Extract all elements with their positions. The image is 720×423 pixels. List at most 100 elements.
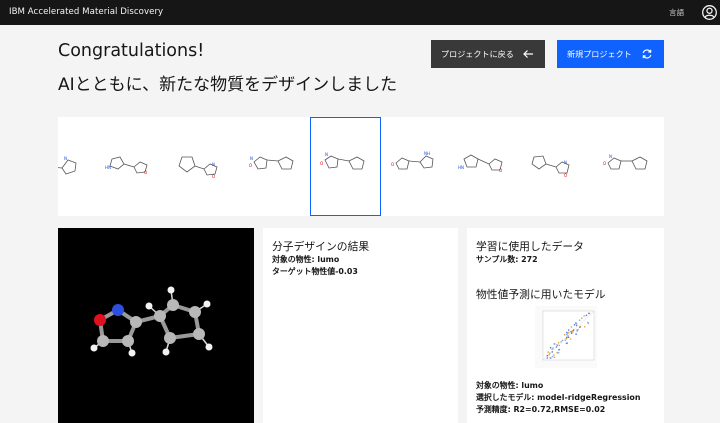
new-project-label: 新規プロジェクト xyxy=(567,48,632,59)
target-property-label: 対象の物性: xyxy=(272,255,318,264)
molecule-3d-viewer[interactable] xyxy=(58,228,254,423)
svg-text:NH: NH xyxy=(424,151,430,156)
scatter-point xyxy=(553,356,556,359)
molecule-structure-icon: N O xyxy=(531,155,570,178)
scatter-point xyxy=(547,351,549,353)
prediction-scatter-thumbnail xyxy=(535,306,597,368)
scatter-point xyxy=(577,328,579,331)
svg-text:O: O xyxy=(499,168,502,173)
scatter-point xyxy=(575,333,577,335)
scatter-point xyxy=(558,349,560,351)
model-title: 物性値予測に用いたモデル xyxy=(476,288,606,301)
molecule-candidate-6[interactable]: O NH xyxy=(388,117,460,216)
scatter-point xyxy=(583,315,585,317)
scatter-point xyxy=(572,330,574,333)
page-subtitle: AIとともに、新たな物質をデザインしました xyxy=(58,75,398,95)
molecule-candidate-2[interactable]: HN O xyxy=(98,117,170,216)
svg-text:O: O xyxy=(249,163,252,168)
scatter-point xyxy=(558,344,561,347)
scatter-point xyxy=(569,338,572,340)
molecule-structure-icon: HN O xyxy=(458,154,503,173)
scatter-point xyxy=(566,336,568,339)
svg-text:O: O xyxy=(564,173,567,178)
scatter-point xyxy=(553,343,555,345)
scatter-point xyxy=(570,330,572,333)
target-property-line: 対象の物性: lumo xyxy=(272,254,339,265)
molecule-structure-icon: O NH xyxy=(391,151,434,170)
svg-text:O: O xyxy=(603,161,606,166)
molecule-structure-icon: N O xyxy=(249,156,294,170)
scatter-point xyxy=(551,351,554,353)
molecule-structure-icon: N O xyxy=(178,156,218,179)
svg-text:O: O xyxy=(144,170,147,175)
svg-text:O: O xyxy=(212,174,215,179)
scatter-point xyxy=(565,337,568,340)
model-property-value: lumo xyxy=(521,381,544,390)
molecule-candidate-7[interactable]: HN O xyxy=(454,117,526,216)
scatter-point xyxy=(550,357,552,359)
scatter-point xyxy=(585,314,588,317)
molecule-structure-icon: N O xyxy=(320,152,365,170)
scatter-point xyxy=(567,336,570,339)
scatter-point xyxy=(552,347,554,349)
molecule-candidate-4[interactable]: N O xyxy=(244,117,316,216)
sample-count-value: 272 xyxy=(521,255,538,264)
svg-text:HN: HN xyxy=(458,165,464,170)
training-model-card: 学習に使用したデータ サンプル数: 272 物性値予測に用いたモデル 対象の物性… xyxy=(467,228,664,423)
model-property-label: 対象の物性: xyxy=(476,381,522,390)
language-switch[interactable]: 言語 xyxy=(669,7,684,18)
scatter-point xyxy=(556,344,558,346)
molecule-carousel[interactable]: N HN O N O N O N O O NH HN O N O O N xyxy=(58,117,664,216)
molecule-candidate-8[interactable]: N O xyxy=(526,117,598,216)
scatter-point xyxy=(568,331,570,334)
brand-name[interactable]: IBM Accelerated Material Discovery xyxy=(9,7,163,17)
svg-text:N: N xyxy=(325,152,328,157)
scatter-point xyxy=(566,331,568,334)
target-property-value: lumo xyxy=(317,255,340,264)
accuracy-line: 予測精度: R2=0.72,RMSE=0.02 xyxy=(476,404,605,415)
molecule-3d-model xyxy=(90,286,213,357)
accuracy-label: 予測精度: xyxy=(476,405,514,414)
scatter-point xyxy=(570,332,573,334)
scatter-point xyxy=(581,317,583,319)
molecule-candidate-9[interactable]: O N xyxy=(598,117,664,216)
molecule-candidate-5-selected[interactable]: N O xyxy=(310,117,381,216)
scatter-point xyxy=(560,341,562,343)
molecule-structure-icon: O N xyxy=(603,154,648,170)
renew-icon xyxy=(642,49,652,59)
svg-text:O: O xyxy=(391,162,394,167)
scatter-point xyxy=(576,330,578,332)
svg-text:O: O xyxy=(320,161,323,166)
svg-text:N: N xyxy=(250,156,253,161)
svg-text:N: N xyxy=(212,162,215,167)
scatter-point xyxy=(567,329,570,331)
scatter-point xyxy=(553,354,555,356)
scatter-point xyxy=(549,352,551,354)
scatter-point xyxy=(563,334,566,336)
back-to-project-button[interactable]: プロジェクトに戻る xyxy=(431,40,545,68)
design-result-title: 分子デザインの結果 xyxy=(272,240,370,253)
user-avatar-icon[interactable] xyxy=(701,4,718,21)
scatter-point xyxy=(567,335,569,337)
molecule-candidate-3[interactable]: N O xyxy=(172,117,244,216)
scatter-point xyxy=(575,324,578,327)
scatter-point xyxy=(561,339,564,342)
new-project-button[interactable]: 新規プロジェクト xyxy=(557,40,664,68)
molecule-structure-icon: HN O xyxy=(105,156,148,175)
training-data-title: 学習に使用したデータ xyxy=(476,240,584,253)
top-bar: IBM Accelerated Material Discovery 言語 xyxy=(0,0,720,25)
scatter-point xyxy=(575,322,578,325)
scatter-point xyxy=(557,351,560,354)
scatter-point xyxy=(557,341,560,344)
arrow-left-icon xyxy=(523,50,533,58)
svg-text:N: N xyxy=(64,156,67,161)
scatter-point xyxy=(584,326,586,328)
sample-count-line: サンプル数: 272 xyxy=(476,254,538,265)
scatter-point xyxy=(549,346,552,349)
svg-text:HN: HN xyxy=(105,165,111,170)
target-value-line: ターゲット物性値-0.03 xyxy=(272,266,358,277)
scatter-point xyxy=(570,326,573,328)
scatter-point xyxy=(578,319,581,321)
scatter-point xyxy=(564,339,567,342)
target-value: -0.03 xyxy=(335,267,358,276)
